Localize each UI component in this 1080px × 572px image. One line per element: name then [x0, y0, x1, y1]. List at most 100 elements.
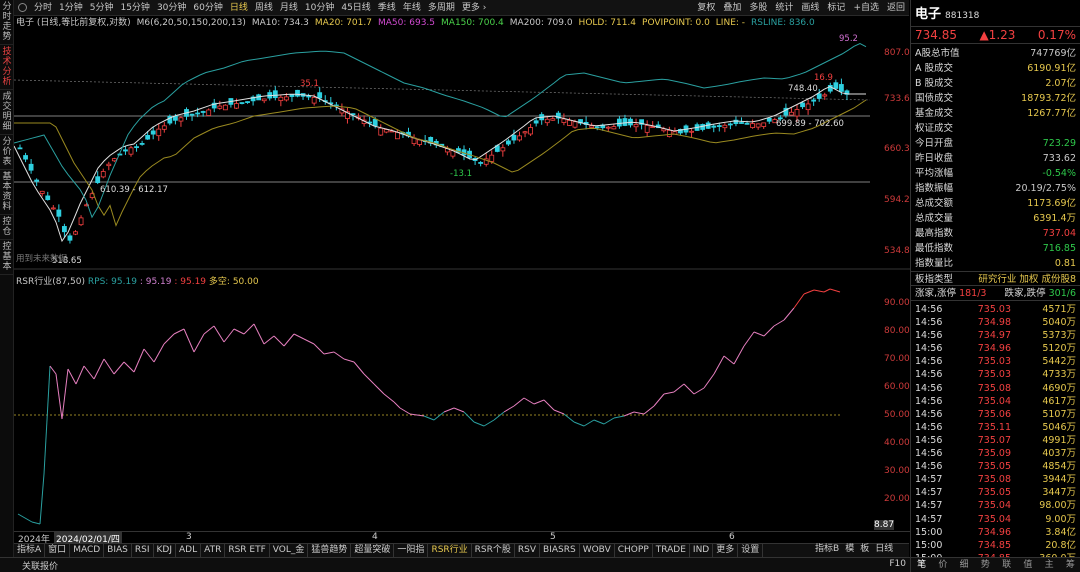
legend-item-6: HOLD: 711.4	[578, 18, 637, 28]
quote-tab-5[interactable]: 值	[1017, 558, 1038, 572]
indicator-tab-11[interactable]: 超量突破	[351, 544, 395, 557]
leftnav-item-4[interactable]: 基本资料	[0, 170, 14, 215]
leftnav-item-2[interactable]: 成交明细	[0, 90, 14, 135]
indicator-right-1[interactable]: 模	[842, 543, 857, 556]
candle	[39, 190, 45, 194]
indicator-tab-4[interactable]: RSI	[132, 544, 154, 557]
period-11[interactable]: 季线	[378, 0, 396, 16]
rsr-segment	[733, 345, 745, 365]
rsr-segment	[703, 373, 715, 389]
status-f10[interactable]: F10	[889, 559, 906, 569]
tool-5[interactable]: 标记	[827, 0, 845, 16]
rsr-segment	[75, 365, 85, 385]
rsr-chart[interactable]	[14, 274, 910, 532]
rsr-segment	[143, 348, 155, 363]
quote-tab-6[interactable]: 主	[1039, 558, 1060, 572]
tick-price: 735.07	[977, 434, 1011, 446]
rsr-segment	[123, 361, 135, 373]
tool-7[interactable]: 返回	[887, 0, 905, 16]
period-2[interactable]: 5分钟	[90, 0, 114, 16]
sector-value[interactable]: 研究行业 加权 成份股8	[978, 272, 1076, 285]
indicator-tab-17[interactable]: WOBV	[580, 544, 615, 557]
period-1[interactable]: 1分钟	[59, 0, 83, 16]
tool-0[interactable]: 复权	[697, 0, 715, 16]
tick-price: 735.03	[977, 356, 1011, 368]
period-7[interactable]: 周线	[255, 0, 273, 16]
tick-time: 14:57	[915, 513, 943, 525]
tool-1[interactable]: 叠加	[723, 0, 741, 16]
rsr-segment	[393, 401, 401, 409]
leftnav-item-5[interactable]: 控仓	[0, 215, 14, 240]
candle	[278, 96, 284, 102]
leftnav-item-6[interactable]: 控基本	[0, 240, 14, 275]
indicator-right-0[interactable]: 指标B	[812, 543, 842, 556]
tick-volume: 5373万	[1042, 330, 1076, 342]
quote-tab-2[interactable]: 细	[954, 558, 975, 572]
candle	[561, 118, 567, 123]
price-chart[interactable]: 35.1 -13.1 610.39 - 612.17 699.89 - 702.60 7…	[14, 28, 910, 270]
indicator-tab-2[interactable]: MACD	[70, 544, 105, 557]
price-axis-label: 660.3	[884, 144, 910, 154]
period-9[interactable]: 10分钟	[305, 0, 334, 16]
stat-row: A 股成交 6190.91亿	[911, 61, 1080, 76]
indicator-tab-12[interactable]: 一阳指	[394, 544, 429, 557]
indicator-tab-13[interactable]: RSR行业	[428, 544, 472, 557]
period-8[interactable]: 月线	[280, 0, 298, 16]
period-13[interactable]: 多周期	[428, 0, 455, 16]
indicator-tab-16[interactable]: BIASRS	[540, 544, 580, 557]
settings-icon[interactable]	[18, 3, 27, 12]
indicator-tab-3[interactable]: BIAS	[104, 544, 132, 557]
tool-2[interactable]: 多股	[749, 0, 767, 16]
period-0[interactable]: 分时	[34, 0, 52, 16]
tool-3[interactable]: 统计	[775, 0, 793, 16]
quote-tab-7[interactable]: 筹	[1060, 558, 1080, 572]
quote-tab-0[interactable]: 笔	[911, 558, 932, 572]
tick-row: 14:56 735.07 4991万	[911, 434, 1080, 447]
indicator-tab-10[interactable]: 猛兽趋势	[308, 544, 352, 557]
rsr-segment	[383, 393, 395, 403]
indicator-tab-15[interactable]: RSV	[515, 544, 541, 557]
indicator-tab-6[interactable]: ADL	[176, 544, 202, 557]
indicator-tab-19[interactable]: TRADE	[653, 544, 690, 557]
rsr-segment	[603, 417, 615, 425]
tool-6[interactable]: +自选	[853, 0, 879, 16]
leftnav-item-1[interactable]: 技术分析	[0, 45, 14, 90]
leftnav-item-3[interactable]: 分价表	[0, 135, 14, 170]
indicator-tab-5[interactable]: KDJ	[154, 544, 176, 557]
period-10[interactable]: 45日线	[341, 0, 370, 16]
indicator-right-3[interactable]: 日线	[872, 543, 896, 556]
stat-value: 1267.77亿	[1027, 108, 1076, 119]
indicator-tab-8[interactable]: RSR ETF	[225, 544, 270, 557]
rsr-segment	[829, 288, 841, 293]
candle	[34, 179, 40, 182]
indicator-tab-20[interactable]: IND	[690, 544, 714, 557]
period-4[interactable]: 30分钟	[157, 0, 186, 16]
indicator-tab-9[interactable]: VOL_金	[270, 544, 309, 557]
indicator-tab-1[interactable]: 窗口	[45, 544, 71, 557]
period-14[interactable]: 更多 ›	[462, 0, 486, 16]
quote-tab-3[interactable]: 势	[975, 558, 996, 572]
indicator-tab-0[interactable]: 指标A	[14, 544, 46, 557]
leftnav-item-0[interactable]: 分时走势	[0, 0, 14, 45]
label-high: 35.1	[300, 79, 319, 89]
indicator-tab-14[interactable]: RSR个股	[472, 544, 515, 557]
tool-4[interactable]: 画线	[801, 0, 819, 16]
rsr-segment	[473, 421, 485, 427]
period-12[interactable]: 年线	[403, 0, 421, 16]
period-3[interactable]: 15分钟	[120, 0, 149, 16]
indicator-tab-18[interactable]: CHOPP	[615, 544, 653, 557]
period-5[interactable]: 60分钟	[193, 0, 222, 16]
quote-tab-1[interactable]: 价	[932, 558, 953, 572]
quote-tab-4[interactable]: 联	[996, 558, 1017, 572]
rsr-segment	[363, 373, 375, 385]
status-label[interactable]: 关联报价	[22, 559, 58, 572]
rsr-segment	[643, 405, 655, 415]
period-6[interactable]: 日线	[230, 0, 248, 16]
indicator-tab-21[interactable]: 更多	[713, 544, 739, 557]
rsr-segment	[663, 391, 675, 395]
indicator-tab-7[interactable]: ATR	[201, 544, 226, 557]
stat-row: 国债成交 18793.72亿	[911, 91, 1080, 106]
indicator-tab-22[interactable]: 设置	[738, 544, 764, 557]
legend-item-3: MA50: 693.5	[377, 18, 436, 28]
indicator-right-2[interactable]: 板	[857, 543, 872, 556]
